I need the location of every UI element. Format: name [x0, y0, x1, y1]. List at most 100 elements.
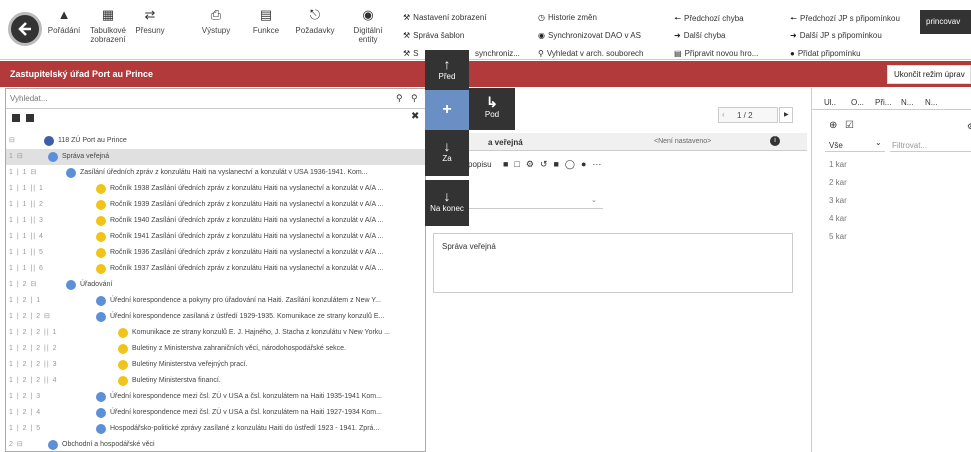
collapse-all-icon[interactable] — [26, 114, 34, 122]
node-icon — [66, 280, 76, 290]
link-prepare-new[interactable]: ▤ Připravit novou hro... — [674, 49, 758, 58]
tree-row[interactable]: 1 | 2 | 2 || 3 Buletiny Ministerstva veře… — [6, 357, 425, 373]
next-page-icon[interactable]: ▶ — [779, 107, 793, 123]
insert-before-button[interactable]: ↑ Před — [425, 50, 469, 90]
chevron-down-icon: ⌄ — [875, 138, 882, 147]
toolbar-button-vystupy[interactable]: ⎙ Výstupy — [198, 8, 234, 35]
expand-all-icon[interactable] — [12, 114, 20, 122]
search-input[interactable]: Vyhledat... — [10, 94, 48, 103]
detail-panel: ‹ 1 / 2 ▶ a veřejná <Není nastaveno> i p… — [428, 88, 807, 452]
close-icon[interactable]: ✖ — [411, 111, 419, 122]
content-field[interactable]: Správa veřejná — [433, 233, 793, 293]
tree-row[interactable]: 1 | 1 || 4 Ročník 1941 Zasílání úředních … — [6, 229, 425, 245]
insert-at-end-button[interactable]: ↓ Na konec — [425, 180, 469, 226]
link-search-archive[interactable]: ⚲ Vyhledat v arch. souborech — [538, 49, 644, 58]
tree-row[interactable]: 1 | 2 | 2 || 2 Buletiny z Ministerstva za… — [6, 341, 425, 357]
filter-select[interactable]: Vše ⌄ — [825, 138, 885, 152]
tree-row[interactable]: 2 ⊟ Obchodní a hospodářské věci — [6, 437, 425, 451]
tree-row[interactable]: 1 | 1 || 6 Ročník 1937 Zasílání úředních … — [6, 261, 425, 277]
tree-row-label: Buletiny z Ministerstva zahraničních věc… — [132, 345, 346, 352]
tree-row-label: Ročník 1937 Zasílání úředních zpráv z ko… — [110, 265, 384, 272]
tree-row-label: Komunikace ze strany konzulů E. J. Hajné… — [132, 329, 390, 336]
toolbar-button-pozadavky[interactable]: ⎋ Požadavky — [293, 8, 337, 35]
back-button[interactable] — [8, 12, 42, 46]
toolbar-button-digital-entities[interactable]: ◉ Digitální entity — [348, 8, 388, 44]
node-icon — [66, 168, 76, 178]
tree-row[interactable]: 1 | 2 | 1 Úřední korespondence a pokyny p… — [6, 293, 425, 309]
table-icon: ▦ — [101, 7, 115, 22]
node-icon — [118, 360, 128, 370]
tree-row[interactable]: ⊟ 118 ZÚ Port au Prince — [6, 133, 425, 149]
insert-after-button[interactable]: ↓ Za — [425, 130, 469, 176]
link-next-error[interactable]: ➜ Další chyba — [674, 31, 726, 40]
description-tab[interactable]: popisu — [468, 160, 492, 169]
tree-row-prefix: 1 | 1 || 1 — [9, 185, 44, 192]
link-next-comment[interactable]: ➜ Další JP s připomínkou — [790, 31, 882, 40]
link-prev-comment[interactable]: 🠔 Předchozí JP s připomínkou — [790, 13, 900, 27]
link-sync-continued[interactable]: synchroniz... — [475, 49, 520, 58]
link-prev-error[interactable]: 🠔 Předchozí chyba — [674, 13, 744, 27]
link-add-comment[interactable]: ● Přidat připomínku — [790, 49, 861, 58]
tree-row[interactable]: 1 | 1 || 5 Ročník 1936 Zasílání úředních … — [6, 245, 425, 261]
link-template-admin[interactable]: ⚒ Správa šablon — [403, 31, 464, 40]
tab-n2[interactable]: N... — [925, 98, 937, 107]
tree-row-prefix: 1 | 1 || 3 — [9, 217, 44, 224]
filter-input[interactable]: Filtrovat... — [890, 138, 971, 152]
right-list: 1 kar 2 kar 3 kar 4 kar 5 kar — [812, 156, 971, 246]
gear-icon[interactable]: ⚙ — [967, 122, 971, 131]
link-sync-dao[interactable]: ◉ Synchronizovat DAO v AS — [538, 31, 641, 40]
list-item[interactable]: 4 kar — [812, 210, 971, 228]
pager: ‹ 1 / 2 — [718, 107, 778, 123]
link-view-settings[interactable]: ⚒ Nastavení zobrazení — [403, 13, 487, 22]
insert-add-button[interactable]: + — [425, 90, 469, 130]
link-history[interactable]: ◷ Historie změn — [538, 13, 597, 22]
prev-page-icon[interactable]: ‹ — [722, 110, 725, 119]
link-sync[interactable]: ⚒ S — [403, 49, 419, 58]
toolbar-button-presuny[interactable]: ⇄ Přesuny — [131, 7, 169, 35]
arrows-icon: ⇄ — [144, 7, 156, 22]
toolbar-button-funkce[interactable]: ▤ Funkce — [248, 7, 284, 35]
tree-row[interactable]: 1 | 2 | 3 Úřední korespondence mezi čsl. … — [6, 389, 425, 405]
tab-ul[interactable]: Ul.. — [824, 98, 836, 107]
list-item[interactable]: 2 kar — [812, 174, 971, 192]
tree-row[interactable]: 1 | 2 | 2 || 1 Komunikace ze strany konzu… — [6, 325, 425, 341]
tab-n1[interactable]: N... — [901, 98, 913, 107]
tree-row[interactable]: 1 ⊟ Správa veřejná — [6, 149, 425, 165]
edit-tools-icon[interactable]: ■□⚙↺■◯●⋯ — [503, 159, 607, 170]
tree-row[interactable]: 1 | 2 ⊟ Úřadování — [6, 277, 425, 293]
list-item[interactable]: 5 kar — [812, 228, 971, 246]
tree-row-label: Ročník 1938 Zasílání úředních zpráv z ko… — [110, 185, 384, 192]
tab-pri[interactable]: Při... — [875, 98, 891, 107]
tree-row[interactable]: 1 | 2 | 5 Hospodářsko-politické zprávy za… — [6, 421, 425, 437]
user-badge[interactable]: princovav — [920, 10, 971, 34]
tree-row[interactable]: 1 | 2 | 2 ⊟ Úřední korespondence zasílaná… — [6, 309, 425, 325]
tree-row[interactable]: 1 | 1 || 3 Ročník 1940 Zasílání úředních … — [6, 213, 425, 229]
tree-row-prefix: 1 | 1 || 4 — [9, 233, 44, 240]
tree-row-label: Buletiny Ministerstva financí. — [132, 377, 221, 384]
tree-row-prefix: 1 | 1 || 5 — [9, 249, 44, 256]
add-icon[interactable]: ⊕ — [829, 120, 837, 131]
info-icon[interactable]: i — [770, 136, 780, 146]
toolbar-button-poradani[interactable]: ▲ Pořádání — [44, 8, 84, 35]
tree-panel: Vyhledat... ⚲ ⚲ ✖ ⊟ 118 ZÚ Port au Prince… — [5, 88, 426, 452]
exit-edit-mode-button[interactable]: Ukončit režim úprav — [887, 65, 971, 84]
tree-row[interactable]: 1 | 1 ⊟ Zasílání úředních zpráv z konzulá… — [6, 165, 425, 181]
tree-row[interactable]: 1 | 2 | 2 || 4 Buletiny Ministerstva fina… — [6, 373, 425, 389]
toolbar: ▲ Pořádání ▦ Tabulkové zobrazení ⇄ Přesuny … — [0, 0, 971, 60]
list-item[interactable]: 3 kar — [812, 192, 971, 210]
tree-row[interactable]: 1 | 1 || 1 Ročník 1938 Zasílání úředních … — [6, 181, 425, 197]
toolbar-button-table-view[interactable]: ▦ Tabulkové zobrazení — [88, 7, 128, 44]
search-icon[interactable]: ⚲ — [396, 93, 403, 104]
list-item[interactable]: 1 kar — [812, 156, 971, 174]
tab-o[interactable]: O... — [851, 98, 864, 107]
insert-under-button[interactable]: ↳ Pod — [469, 88, 515, 130]
search-icon: ⚲ — [538, 49, 544, 58]
tree-row-label: Úřední korespondence mezi čsl. ZÚ v USA … — [110, 393, 382, 400]
calculator-icon: ▤ — [259, 7, 273, 22]
tree-row[interactable]: 1 | 2 | 4 Úřední korespondence mezi čsl. … — [6, 405, 425, 421]
search-options-icon[interactable]: ⚲ — [411, 93, 418, 104]
tree-row-label: Ročník 1936 Zasílání úředních zpráv z ko… — [110, 249, 384, 256]
checkbox-icon[interactable]: ☑ — [845, 120, 854, 131]
type-select[interactable]: ⌄ — [463, 193, 603, 209]
tree-row[interactable]: 1 | 1 || 2 Ročník 1939 Zasílání úředních … — [6, 197, 425, 213]
